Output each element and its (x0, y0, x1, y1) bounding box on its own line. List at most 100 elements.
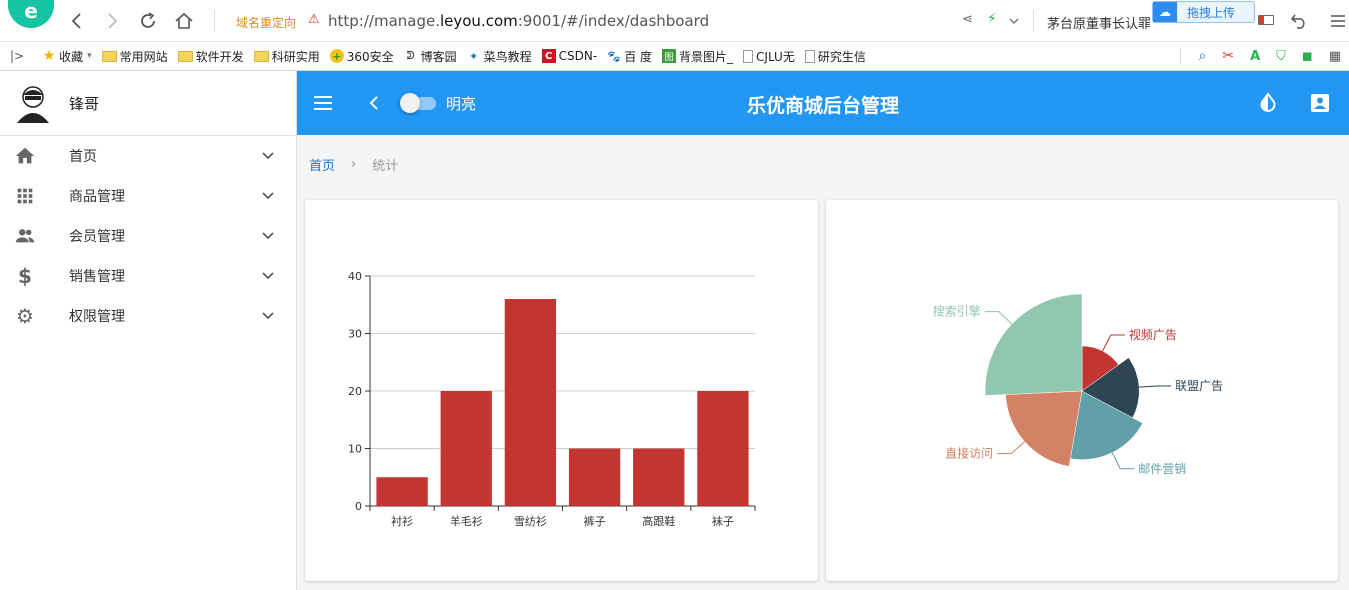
search-icon[interactable]: ⌕ (1199, 48, 1207, 64)
game-icon[interactable]: ◼ (1302, 49, 1313, 64)
bookmark-item[interactable]: ✦ 菜鸟教程 (467, 48, 532, 65)
star-icon: ★ (42, 48, 56, 64)
runoob-icon: ✦ (469, 49, 479, 63)
lightning-icon[interactable]: ⚡ (987, 11, 997, 27)
chevron-down-icon (262, 232, 274, 240)
pie-label: 搜索引擎 (933, 304, 981, 319)
pie-label: 联盟广告 (1175, 379, 1223, 393)
page-icon (804, 49, 815, 63)
browser-toolbar: e 域名重定向 ⚠ http://manage. leyou.com:9001/#… (0, 0, 1349, 42)
dollar-icon: $ (18, 264, 32, 288)
bookmark-item[interactable]: 软件开发 (177, 48, 244, 65)
pie-chart: 视频广告联盟广告邮件营销 直接访问 搜索引擎 (933, 293, 1223, 476)
news-ticker[interactable]: 茅台原董事长认罪 (1047, 13, 1157, 32)
address-bar[interactable]: http://manage. leyou.com:9001/#/index/das… (328, 12, 709, 30)
bookmark-item[interactable]: 常用网站 (101, 48, 168, 65)
page-icon (743, 49, 754, 63)
forward-icon[interactable] (103, 12, 121, 30)
pie-slice (1005, 390, 1083, 467)
y-tick-label: 10 (348, 443, 362, 456)
360-icon: + (329, 49, 344, 63)
sidebar: 锋哥 首页 商品管理 会员管理 $ 销售管理 ⚙ 权限管理 (0, 71, 297, 590)
sidebar-toggle-icon[interactable]: |> (10, 49, 24, 63)
gear-icon: ⚙ (16, 304, 34, 328)
bar (504, 299, 557, 506)
grid-icon[interactable]: ▦ (1329, 49, 1341, 64)
page-title: 乐优商城后台管理 (746, 95, 899, 117)
battery-icon (1258, 15, 1274, 25)
folder-icon (253, 50, 269, 62)
refresh-icon[interactable] (138, 11, 158, 31)
chevron-down-icon (262, 192, 274, 200)
bookmark-item[interactable]: ᕲ 博客园 (404, 48, 457, 65)
pie-slice (984, 293, 1083, 396)
pie-label-line (1102, 334, 1125, 352)
people-icon (15, 229, 35, 243)
upload-widget[interactable]: ☁ 拖拽上传 (1152, 1, 1255, 23)
bar (376, 477, 428, 506)
chevron-down-icon[interactable] (1008, 15, 1020, 27)
chevron-down-icon (262, 312, 274, 320)
main-content: 首页 › 统计 0 10 20 30 40 衬衫 羊毛衫 雪纺衫 裤子 高跟鞋 袜子 视频广告 联盟广… (297, 135, 1349, 590)
account-box-icon[interactable] (1310, 93, 1330, 113)
pie-chart-card: 视频广告 联盟广告 邮件营销 直接访问 搜索引擎 (826, 200, 1338, 581)
bar-chart-card: 0 10 20 30 40 衬衫 羊毛衫 雪纺衫 裤子 高跟鞋 袜子 (305, 200, 818, 581)
bookmark-item[interactable]: C CSDN- (541, 49, 597, 63)
blog-icon: ᕲ (406, 49, 415, 62)
avatar (17, 86, 49, 123)
home-page-icon[interactable] (174, 11, 194, 31)
bookmark-item[interactable]: 🐾 百 度 (607, 48, 652, 65)
insecure-icon: ⚠ (308, 12, 320, 27)
bar (440, 391, 492, 506)
bookmark-item[interactable]: ★ 收藏 ▾ (42, 48, 92, 65)
pie-label: 视频广告 (1129, 327, 1177, 342)
browser-logo: e (8, 0, 54, 28)
pie-label: 邮件营销 (1138, 462, 1186, 476)
menu-icon[interactable] (1330, 13, 1346, 29)
translate-icon[interactable]: A (1250, 49, 1260, 64)
breadcrumb-home-link[interactable]: 首页 (309, 155, 335, 174)
cloud-icon: ☁ (1153, 2, 1177, 22)
x-tick-label: 高跟鞋 (642, 514, 675, 528)
y-tick-label: 0 (355, 500, 362, 513)
scissors-icon[interactable]: ✂ (1222, 48, 1234, 64)
redirect-label: 域名重定向 (236, 16, 297, 30)
baidu-icon: 🐾 (607, 49, 622, 63)
bar-chart: 0 10 20 30 40 衬衫 羊毛衫 雪纺衫 裤子 高跟鞋 袜子 (348, 270, 756, 528)
pie-label-line (1111, 452, 1135, 470)
user-header: 锋哥 (0, 71, 296, 136)
shield-icon[interactable]: ⛉ (1276, 49, 1286, 64)
back-icon[interactable] (68, 12, 86, 30)
breadcrumb-current: 统计 (372, 159, 399, 174)
bookmark-item[interactable]: 研究生信 (804, 48, 866, 65)
chevron-down-icon (262, 152, 274, 160)
y-tick-label: 40 (348, 270, 362, 283)
bookmark-item[interactable]: 图背景图片_ (662, 48, 733, 65)
sidebar-item-sales[interactable]: $ 销售管理 (0, 256, 297, 296)
sidebar-item-members[interactable]: 会员管理 (0, 216, 297, 256)
pie-label-line (984, 311, 1013, 325)
share-icon[interactable]: ⋖ (962, 12, 973, 27)
app-bar: 明亮 乐优商城后台管理 (297, 71, 1349, 135)
sidebar-item-permissions[interactable]: ⚙ 权限管理 (0, 296, 297, 336)
bookmark-item[interactable]: CJLU无 (743, 48, 795, 65)
bookmark-item[interactable]: +360安全 (329, 48, 394, 65)
user-name: 锋哥 (69, 95, 100, 113)
home-icon (15, 147, 35, 164)
folder-icon (101, 50, 117, 62)
x-tick-label: 袜子 (712, 514, 734, 528)
folder-icon (177, 50, 193, 62)
x-tick-label: 羊毛衫 (450, 514, 483, 528)
y-tick-label: 20 (348, 385, 362, 398)
sidebar-item-products[interactable]: 商品管理 (0, 176, 297, 216)
pie-label-line (997, 441, 1025, 455)
bar (697, 391, 749, 506)
x-tick-label: 衬衫 (391, 515, 413, 528)
bookmarks-bar: |> ★ 收藏 ▾ 常用网站 软件开发 科研实用 +360安全 ᕲ 博客园 ✦ 菜鸟教程… (0, 42, 1349, 71)
invert-colors-icon[interactable] (1258, 92, 1278, 114)
undo-icon[interactable] (1290, 12, 1308, 30)
breadcrumb: 首页 › 统计 (309, 155, 398, 174)
x-tick-label: 雪纺衫 (514, 514, 547, 528)
sidebar-item-home[interactable]: 首页 (0, 136, 297, 176)
bookmark-item[interactable]: 科研实用 (253, 48, 320, 65)
